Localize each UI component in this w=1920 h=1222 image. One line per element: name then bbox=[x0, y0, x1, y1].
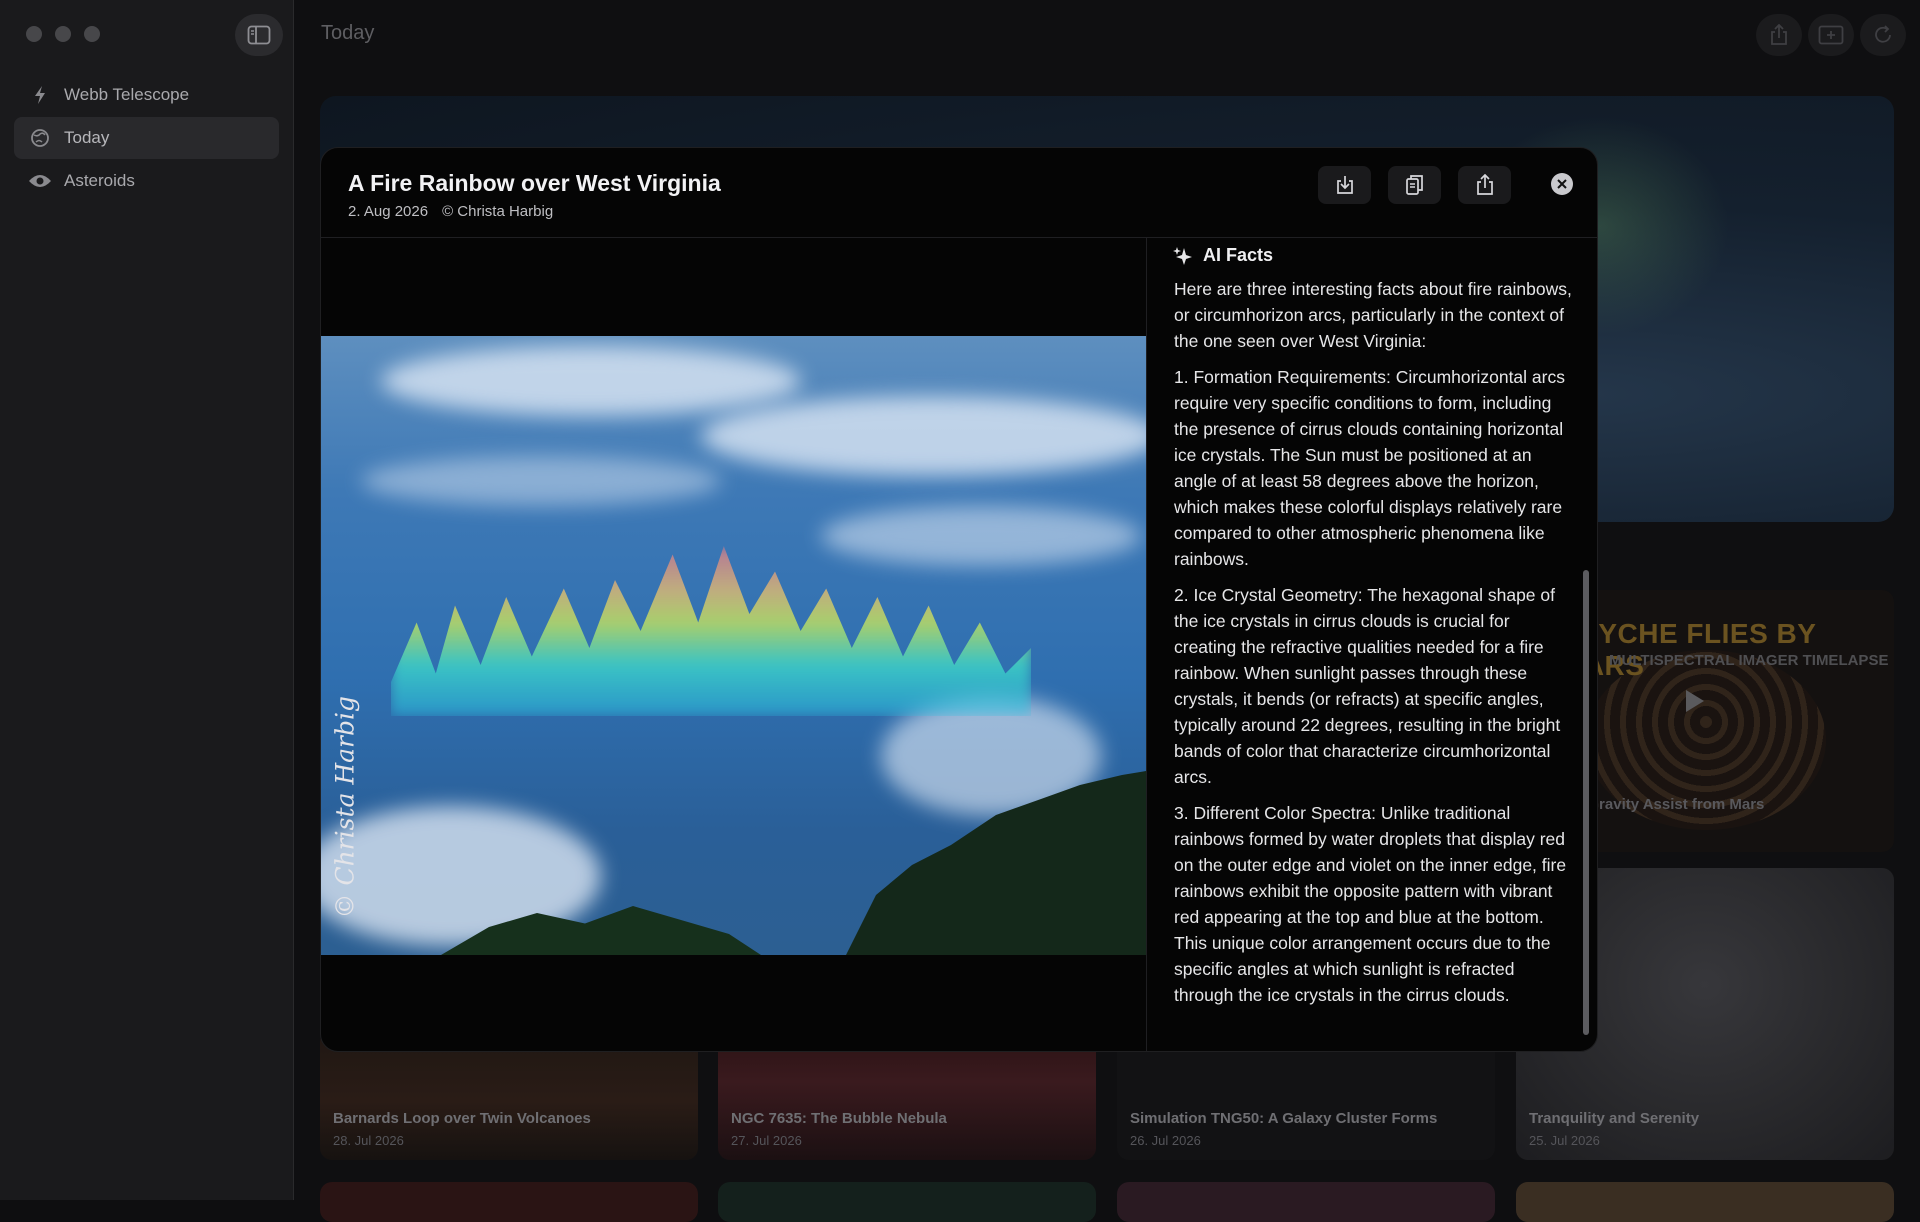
sidebar-icon bbox=[247, 25, 271, 45]
modal-credit: © Christa Harbig bbox=[442, 203, 554, 220]
card-title: Simulation TNG50: A Galaxy Cluster Forms bbox=[1130, 1110, 1438, 1127]
close-icon bbox=[1557, 179, 1567, 189]
sidebar: Webb Telescope Today Asteroids bbox=[0, 0, 294, 1200]
sidebar-item-webb-telescope[interactable]: Webb Telescope bbox=[14, 74, 279, 116]
card-thumbnail[interactable] bbox=[1516, 1182, 1894, 1222]
ai-facts-panel: AI Facts Here are three interesting fact… bbox=[1146, 238, 1597, 1051]
fact-paragraph: Here are three interesting facts about f… bbox=[1174, 279, 1572, 351]
sidebar-item-label: Webb Telescope bbox=[64, 85, 190, 104]
facts-scrollbar[interactable] bbox=[1583, 570, 1589, 1035]
share-icon bbox=[1771, 24, 1787, 45]
sparkles-icon bbox=[1173, 246, 1192, 265]
fire-rainbow-band bbox=[391, 546, 1031, 716]
close-modal-button[interactable] bbox=[1551, 173, 1573, 195]
close-window-button[interactable] bbox=[26, 26, 42, 42]
window-controls bbox=[26, 26, 100, 42]
bolt-icon bbox=[28, 85, 52, 105]
fire-rainbow-photo[interactable]: © Christa Harbig bbox=[321, 336, 1146, 955]
fact-paragraph: 1. Formation Requirements: Circumhorizon… bbox=[1174, 367, 1565, 569]
sidebar-item-label: Today bbox=[64, 128, 110, 147]
sidebar-item-today[interactable]: Today bbox=[14, 117, 279, 159]
zoom-window-button[interactable] bbox=[84, 26, 100, 42]
card-date: 26. Jul 2026 bbox=[1130, 1133, 1201, 1148]
card-title: Tranquility and Serenity bbox=[1529, 1110, 1700, 1127]
video-subheadline: MULTISPECTRAL IMAGER TIMELAPSE bbox=[1609, 652, 1889, 669]
detail-modal: A Fire Rainbow over West Virginia 2. Aug… bbox=[320, 147, 1598, 1052]
sidebar-nav: Webb Telescope Today Asteroids bbox=[14, 74, 279, 203]
download-button[interactable] bbox=[1318, 166, 1371, 204]
share-button[interactable] bbox=[1458, 166, 1511, 204]
card-thumbnail[interactable] bbox=[1117, 1182, 1495, 1222]
share-button[interactable] bbox=[1756, 14, 1802, 56]
download-icon bbox=[1336, 176, 1353, 194]
add-window-button[interactable] bbox=[1808, 14, 1854, 56]
modal-actions bbox=[1318, 166, 1511, 204]
refresh-button[interactable] bbox=[1860, 14, 1906, 56]
modal-meta: 2. Aug 2026 © Christa Harbig bbox=[348, 203, 553, 220]
globe-icon bbox=[28, 128, 52, 148]
photo-watermark: © Christa Harbig bbox=[330, 695, 360, 919]
ai-facts-heading: AI Facts bbox=[1173, 245, 1273, 266]
copy-button[interactable] bbox=[1388, 166, 1441, 204]
card-date: 25. Jul 2026 bbox=[1529, 1133, 1600, 1148]
card-date: 28. Jul 2026 bbox=[333, 1133, 404, 1148]
eye-icon bbox=[28, 171, 52, 191]
modal-date: 2. Aug 2026 bbox=[348, 203, 429, 220]
toolbar-actions bbox=[1756, 14, 1906, 56]
minimize-window-button[interactable] bbox=[55, 26, 71, 42]
play-icon[interactable] bbox=[1686, 690, 1704, 712]
ai-facts-title: AI Facts bbox=[1203, 245, 1274, 265]
ai-facts-text: Here are three interesting facts about f… bbox=[1174, 276, 1574, 1018]
sidebar-item-label: Asteroids bbox=[64, 171, 135, 190]
copy-icon bbox=[1405, 175, 1423, 195]
page-title: Today bbox=[321, 22, 375, 44]
fact-paragraph: 2. Ice Crystal Geometry: The hexagonal s… bbox=[1174, 585, 1561, 787]
sidebar-item-asteroids[interactable]: Asteroids bbox=[14, 160, 279, 202]
sidebar-toggle-button[interactable] bbox=[235, 14, 283, 56]
card-thumbnail[interactable] bbox=[320, 1182, 698, 1222]
modal-header: A Fire Rainbow over West Virginia 2. Aug… bbox=[321, 148, 1597, 238]
card-date: 27. Jul 2026 bbox=[731, 1133, 802, 1148]
fact-paragraph: 3. Different Color Spectra: Unlike tradi… bbox=[1174, 803, 1567, 1005]
card-thumbnail[interactable] bbox=[718, 1182, 1096, 1222]
add-window-icon bbox=[1818, 25, 1844, 45]
share-icon bbox=[1476, 174, 1493, 195]
video-headline: PSYCHE FLIES BY MARS bbox=[1560, 618, 1816, 681]
card-title: Barnards Loop over Twin Volcanoes bbox=[333, 1110, 591, 1127]
refresh-icon bbox=[1875, 25, 1891, 43]
modal-title: A Fire Rainbow over West Virginia bbox=[348, 170, 721, 196]
app-window: Webb Telescope Today Asteroids Today PSY… bbox=[0, 0, 1920, 1222]
card-title: NGC 7635: The Bubble Nebula bbox=[731, 1110, 947, 1127]
